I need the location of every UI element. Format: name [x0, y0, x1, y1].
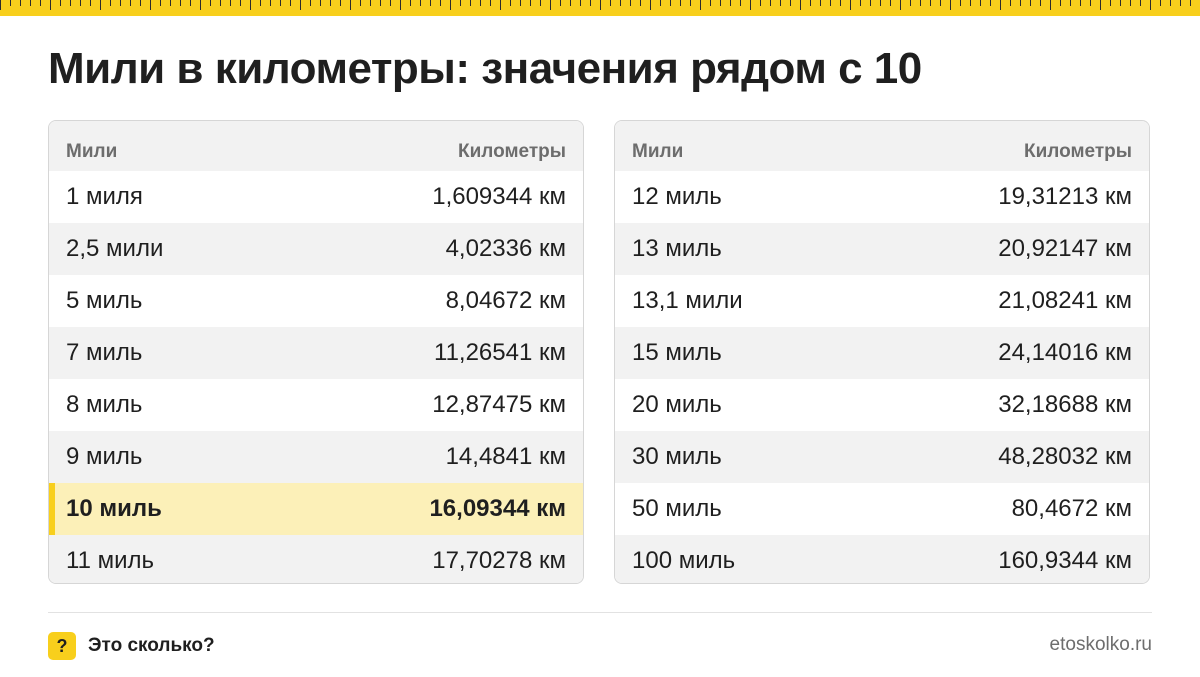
site-link[interactable]: etoskolko.ru [1050, 634, 1152, 656]
miles-cell: 11 миль [66, 547, 154, 574]
kilometers-cell: 19,31213 км [998, 183, 1132, 210]
table-row: 8 миль 12,87475 км [49, 379, 583, 431]
kilometers-cell: 48,28032 км [998, 443, 1132, 470]
table-row: 5 миль 8,04672 км [49, 275, 583, 327]
kilometers-cell: 14,4841 км [445, 443, 566, 470]
miles-cell: 7 миль [66, 339, 143, 366]
header-miles: Мили [632, 141, 684, 162]
page-title: Мили в километры: значения рядом с 10 [48, 44, 922, 93]
table-header: Мили Километры [615, 121, 1149, 171]
ruler-strip [0, 0, 1200, 16]
kilometers-cell: 21,08241 км [998, 287, 1132, 314]
kilometers-cell: 32,18688 км [998, 391, 1132, 418]
miles-cell: 5 миль [66, 287, 143, 314]
miles-cell: 1 миля [66, 183, 143, 210]
miles-cell: 13,1 мили [632, 287, 743, 314]
footer-divider [48, 612, 1152, 613]
kilometers-cell: 11,26541 км [434, 339, 566, 366]
header-kilometers: Километры [1024, 141, 1132, 162]
miles-cell: 13 миль [632, 235, 722, 262]
brand-name: Это сколько? [88, 635, 215, 656]
miles-cell: 12 миль [632, 183, 722, 210]
miles-cell: 15 миль [632, 339, 722, 366]
kilometers-cell: 80,4672 км [1011, 495, 1132, 522]
table-row: 13 миль 20,92147 км [615, 223, 1149, 275]
table-row: 2,5 мили 4,02336 км [49, 223, 583, 275]
miles-cell: 20 миль [632, 391, 722, 418]
table-header: Мили Километры [49, 121, 583, 171]
table-row: 12 миль 19,31213 км [615, 171, 1149, 223]
kilometers-cell: 20,92147 км [998, 235, 1132, 262]
kilometers-cell: 24,14016 км [998, 339, 1132, 366]
kilometers-cell: 1,609344 км [432, 183, 566, 210]
table-row: 11 миль 17,70278 км [49, 535, 583, 583]
table-row: 30 миль 48,28032 км [615, 431, 1149, 483]
kilometers-cell: 4,02336 км [445, 235, 566, 262]
miles-cell: 9 миль [66, 443, 143, 470]
header-kilometers: Километры [458, 141, 566, 162]
miles-cell: 30 миль [632, 443, 722, 470]
table-row: 50 миль 80,4672 км [615, 483, 1149, 535]
miles-cell: 2,5 мили [66, 235, 164, 262]
table-row: 20 миль 32,18688 км [615, 379, 1149, 431]
table-row: 1 миля 1,609344 км [49, 171, 583, 223]
miles-cell: 8 миль [66, 391, 143, 418]
table-row: 7 миль 11,26541 км [49, 327, 583, 379]
kilometers-cell: 12,87475 км [432, 391, 566, 418]
table-body: 12 миль 19,31213 км 13 миль 20,92147 км … [615, 171, 1149, 583]
kilometers-cell: 8,04672 км [445, 287, 566, 314]
kilometers-cell: 160,9344 км [998, 547, 1132, 574]
table-row: 15 миль 24,14016 км [615, 327, 1149, 379]
miles-cell: 100 миль [632, 547, 736, 574]
miles-cell: 10 миль [66, 495, 162, 522]
table-body: 1 миля 1,609344 км 2,5 мили 4,02336 км 5… [49, 171, 583, 583]
table-row: 13,1 мили 21,08241 км [615, 275, 1149, 327]
table-row-highlighted: 10 миль 16,09344 км [49, 483, 583, 535]
brand[interactable]: ? Это сколько? [48, 632, 215, 660]
conversion-table-left: Мили Километры 1 миля 1,609344 км 2,5 ми… [48, 120, 584, 584]
miles-cell: 50 миль [632, 495, 722, 522]
conversion-table-right: Мили Километры 12 миль 19,31213 км 13 ми… [614, 120, 1150, 584]
question-mark-icon: ? [48, 632, 76, 660]
table-row: 100 миль 160,9344 км [615, 535, 1149, 583]
kilometers-cell: 17,70278 км [432, 547, 566, 574]
table-row: 9 миль 14,4841 км [49, 431, 583, 483]
header-miles: Мили [66, 141, 118, 162]
kilometers-cell: 16,09344 км [429, 495, 566, 522]
